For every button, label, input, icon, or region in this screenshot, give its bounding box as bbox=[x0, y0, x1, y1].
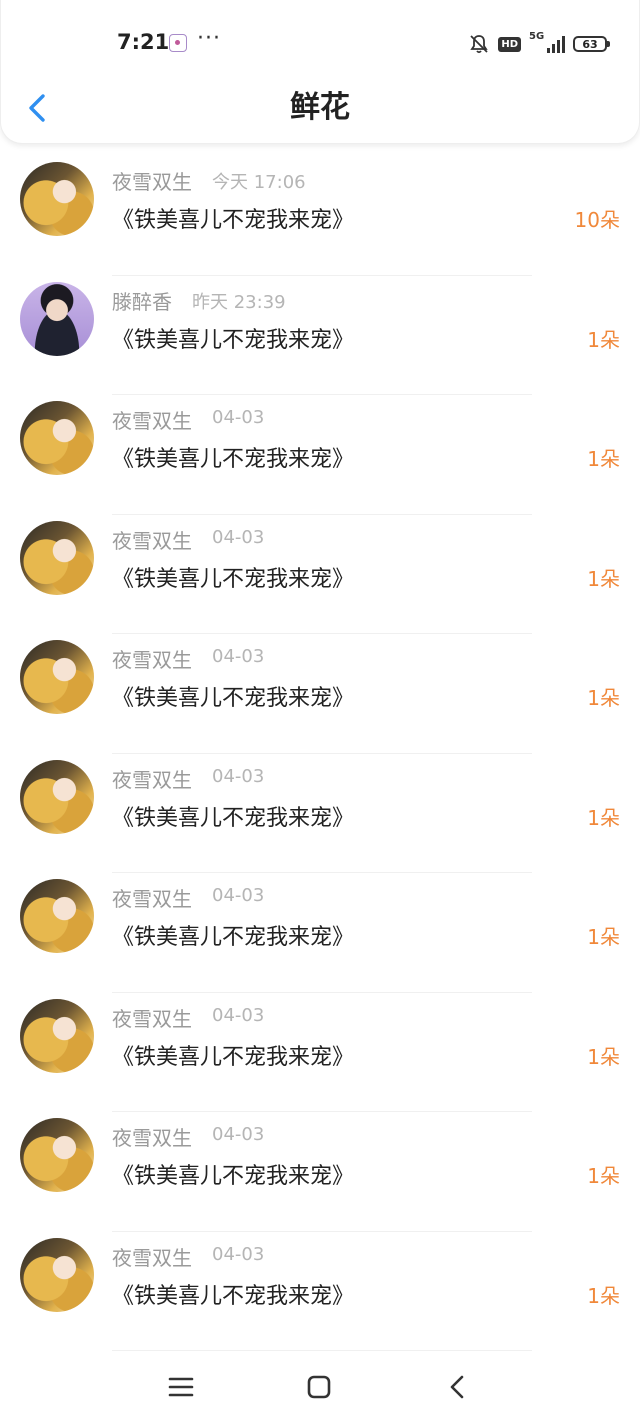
status-indicators: HD 5G 63 bbox=[468, 31, 610, 56]
flower-count: 1朵 bbox=[587, 686, 620, 710]
status-time: 7:21 bbox=[117, 30, 170, 54]
menu-button[interactable] bbox=[166, 1372, 196, 1402]
timestamp: 04-03 bbox=[212, 646, 265, 667]
timestamp: 04-03 bbox=[212, 407, 265, 428]
bell-muted-icon bbox=[470, 35, 489, 54]
sender-name[interactable]: 夜雪双生 bbox=[112, 1122, 192, 1151]
header: 7:21 ··· HD 5G 63 鲜花 bbox=[0, 0, 640, 144]
hd-badge: HD bbox=[498, 36, 521, 52]
notification-app-icon bbox=[169, 34, 187, 52]
timestamp: 今天 17:06 bbox=[212, 172, 306, 193]
flower-count: 1朵 bbox=[587, 1283, 620, 1308]
avatar[interactable] bbox=[20, 640, 94, 714]
network-type: 5G bbox=[529, 31, 545, 42]
book-title: 《铁美喜儿不宠我来宠》 bbox=[112, 447, 355, 472]
flower-count: 1朵 bbox=[587, 1164, 620, 1188]
flower-count: 1朵 bbox=[587, 327, 620, 352]
sender-name[interactable]: 夜雪双生 bbox=[112, 525, 192, 554]
back-arrow-icon bbox=[450, 1375, 464, 1399]
book-title: 《铁美喜儿不宠我来宠》 bbox=[112, 208, 355, 233]
list-item[interactable]: 夜雪双生 04-03 《铁美喜儿不宠我来宠》 1朵 bbox=[0, 515, 640, 634]
flower-count: 1朵 bbox=[587, 566, 620, 591]
avatar[interactable] bbox=[20, 998, 94, 1073]
sender-name[interactable]: 夜雪双生 bbox=[112, 644, 192, 673]
home-square-icon bbox=[307, 1375, 331, 1399]
divider bbox=[112, 1350, 532, 1351]
more-notifications-icon: ··· bbox=[197, 26, 221, 51]
sender-name[interactable]: 滕醉香 bbox=[112, 286, 172, 315]
book-title: 《铁美喜儿不宠我来宠》 bbox=[112, 1044, 355, 1070]
avatar[interactable] bbox=[20, 1118, 94, 1192]
battery-icon: 63 bbox=[573, 36, 610, 52]
system-nav-bar bbox=[0, 1352, 640, 1422]
timestamp: 04-03 bbox=[212, 885, 265, 906]
list-item[interactable]: 夜雪双生 04-03 《铁美喜儿不宠我来宠》 1朵 bbox=[0, 1232, 640, 1351]
timestamp: 04-03 bbox=[212, 1124, 265, 1145]
sender-name[interactable]: 夜雪双生 bbox=[112, 764, 192, 793]
menu-icon bbox=[168, 1377, 194, 1397]
battery-level: 63 bbox=[582, 37, 598, 51]
list-item[interactable]: 滕醉香 昨天 23:39 《铁美喜儿不宠我来宠》 1朵 bbox=[0, 276, 640, 395]
book-title: 《铁美喜儿不宠我来宠》 bbox=[112, 566, 355, 592]
timestamp: 04-03 bbox=[212, 1243, 265, 1265]
list-item[interactable]: 夜雪双生 04-03 《铁美喜儿不宠我来宠》 1朵 bbox=[0, 754, 640, 873]
list-item[interactable]: 夜雪双生 04-03 《铁美喜儿不宠我来宠》 1朵 bbox=[0, 1112, 640, 1232]
book-title: 《铁美喜儿不宠我来宠》 bbox=[112, 805, 355, 831]
sender-name[interactable]: 夜雪双生 bbox=[112, 1242, 192, 1271]
list-item[interactable]: 夜雪双生 04-03 《铁美喜儿不宠我来宠》 1朵 bbox=[0, 993, 640, 1112]
nav-back-button[interactable] bbox=[442, 1372, 472, 1402]
sender-name[interactable]: 夜雪双生 bbox=[112, 1003, 192, 1032]
avatar[interactable] bbox=[20, 520, 94, 595]
book-title: 《铁美喜儿不宠我来宠》 bbox=[112, 1283, 355, 1309]
timestamp: 04-03 bbox=[212, 765, 265, 787]
avatar[interactable] bbox=[20, 281, 94, 356]
flower-count: 10朵 bbox=[574, 208, 620, 232]
sender-name[interactable]: 夜雪双生 bbox=[112, 405, 192, 434]
signal-icon: 5G bbox=[529, 31, 565, 55]
book-title: 《铁美喜儿不宠我来宠》 bbox=[112, 327, 355, 353]
avatar[interactable] bbox=[20, 162, 94, 236]
avatar[interactable] bbox=[20, 759, 94, 834]
book-title: 《铁美喜儿不宠我来宠》 bbox=[112, 1164, 355, 1189]
sender-name[interactable]: 夜雪双生 bbox=[112, 883, 192, 912]
book-title: 《铁美喜儿不宠我来宠》 bbox=[112, 686, 355, 711]
timestamp: 昨天 23:39 bbox=[192, 291, 286, 313]
flower-count: 1朵 bbox=[587, 925, 620, 949]
flower-list: 夜雪双生 今天 17:06 《铁美喜儿不宠我来宠》 10朵 滕醉香 昨天 23:39 《铁美… bbox=[0, 156, 640, 1351]
timestamp: 04-03 bbox=[212, 1004, 265, 1026]
sender-name[interactable]: 夜雪双生 bbox=[112, 166, 192, 195]
list-item[interactable]: 夜雪双生 04-03 《铁美喜儿不宠我来宠》 1朵 bbox=[0, 634, 640, 754]
book-title: 《铁美喜儿不宠我来宠》 bbox=[112, 925, 355, 950]
list-item[interactable]: 夜雪双生 今天 17:06 《铁美喜儿不宠我来宠》 10朵 bbox=[0, 156, 640, 276]
flower-count: 1朵 bbox=[587, 1044, 620, 1069]
page-title: 鲜花 bbox=[290, 90, 350, 125]
home-button[interactable] bbox=[304, 1372, 334, 1402]
avatar[interactable] bbox=[20, 879, 94, 953]
flower-count: 1朵 bbox=[587, 447, 620, 471]
status-bar: 7:21 ··· HD 5G 63 bbox=[1, 0, 640, 88]
list-item[interactable]: 夜雪双生 04-03 《铁美喜儿不宠我来宠》 1朵 bbox=[0, 873, 640, 993]
avatar[interactable] bbox=[20, 1237, 94, 1312]
list-item[interactable]: 夜雪双生 04-03 《铁美喜儿不宠我来宠》 1朵 bbox=[0, 395, 640, 515]
flower-count: 1朵 bbox=[587, 805, 620, 830]
avatar[interactable] bbox=[20, 401, 94, 475]
timestamp: 04-03 bbox=[212, 526, 265, 548]
